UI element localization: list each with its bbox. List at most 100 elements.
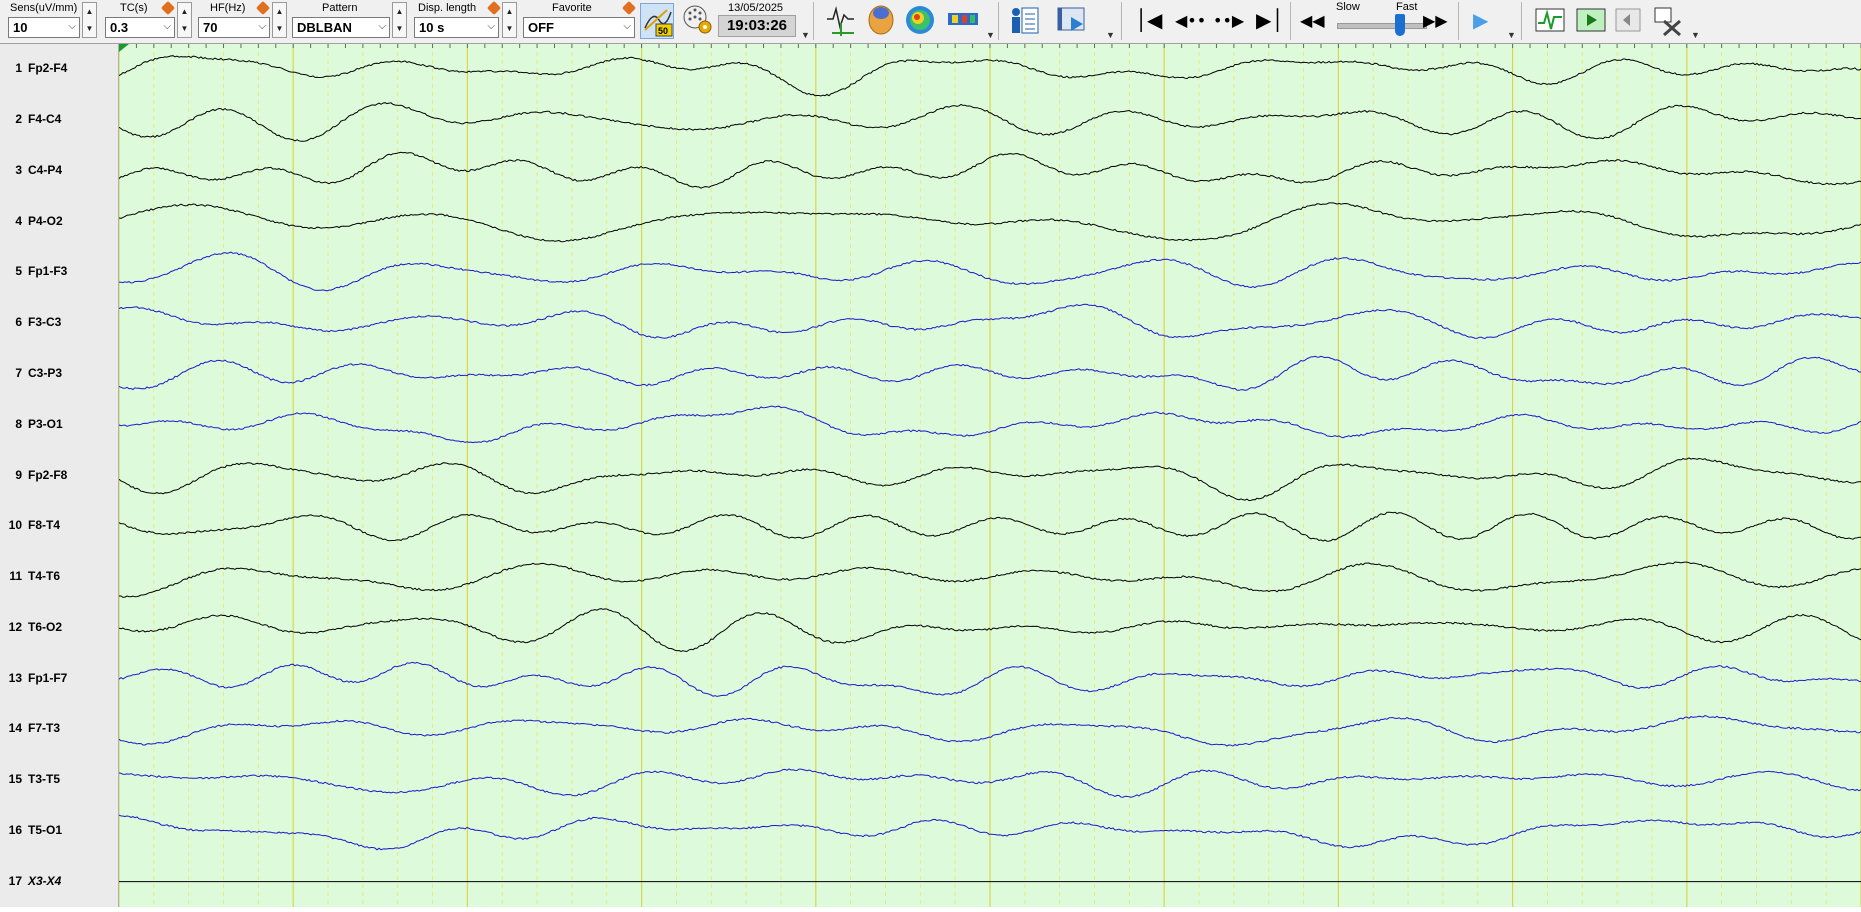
channel-name: Fp2-F4 bbox=[28, 61, 68, 76]
channel-name: F3-C3 bbox=[28, 315, 62, 330]
channel-number: 15 bbox=[8, 772, 22, 787]
channel-name: P3-O1 bbox=[28, 416, 63, 431]
page-start-marker bbox=[119, 44, 129, 52]
pattern-select[interactable]: DBLBAN ⌵ bbox=[292, 17, 390, 38]
channel-label[interactable]: 3 C4-P4 bbox=[0, 163, 119, 183]
channel-name: Fp1-F3 bbox=[28, 264, 68, 279]
channel-number: 1 bbox=[15, 61, 22, 76]
hf-value: 70 bbox=[203, 20, 218, 35]
channel-label[interactable]: 11 T4-T6 bbox=[0, 569, 119, 589]
channel-number: 10 bbox=[8, 518, 22, 533]
chevron-down-icon: ⌵ bbox=[378, 21, 386, 32]
patient-info-icon bbox=[1012, 7, 1039, 34]
slow-label: Slow bbox=[1336, 1, 1360, 13]
channel-label[interactable]: 8 P3-O1 bbox=[0, 417, 119, 437]
step-button[interactable] bbox=[1575, 3, 1609, 39]
channel-label[interactable]: 12 T6-O2 bbox=[0, 620, 119, 640]
chevron-down-icon: ⌵ bbox=[163, 21, 171, 32]
disp-length-spinner[interactable]: ▲ ▼ bbox=[502, 2, 517, 38]
channel-label[interactable]: 6 F3-C3 bbox=[0, 315, 119, 335]
channel-label[interactable]: 4 P4-O2 bbox=[0, 214, 119, 234]
last-page-icon[interactable]: ▶│ bbox=[1256, 8, 1283, 32]
separator bbox=[1458, 2, 1459, 40]
channel-name: F7-T3 bbox=[28, 721, 61, 736]
fast-forward-icon[interactable]: ▶▶ bbox=[1423, 11, 1448, 30]
tc-spinner[interactable]: ▲ ▼ bbox=[177, 2, 192, 38]
spectrum-button[interactable] bbox=[944, 3, 984, 39]
channel-label[interactable]: 16 T5-O1 bbox=[0, 823, 119, 843]
channel-name: T4-T6 bbox=[28, 569, 61, 584]
first-page-icon[interactable]: │◀ bbox=[1135, 8, 1162, 32]
speed-slider-track bbox=[1337, 23, 1427, 29]
channel-label[interactable]: 14 F7-T3 bbox=[0, 721, 119, 741]
separator bbox=[1121, 2, 1122, 40]
chevron-down-icon[interactable]: ▼ bbox=[1507, 30, 1516, 40]
channel-number: 16 bbox=[8, 822, 22, 837]
step-icon bbox=[1576, 8, 1606, 32]
toolbar: Sens(uV/mm) 10 ⌵ ▲ ▼ TC(s) 0.3 ⌵ ▲ ▼ HF(Hz… bbox=[0, 0, 1861, 44]
channel-name: Fp2-F8 bbox=[28, 467, 68, 482]
topography-map-button[interactable] bbox=[903, 3, 937, 39]
chevron-down-icon[interactable]: ▼ bbox=[1691, 30, 1700, 40]
channel-name: F4-C4 bbox=[28, 112, 62, 127]
pattern-spinner[interactable]: ▲ ▼ bbox=[392, 2, 407, 38]
favorite-select[interactable]: OFF ⌵ bbox=[523, 17, 635, 38]
separator bbox=[813, 2, 814, 40]
channel-number: 14 bbox=[8, 721, 22, 736]
next-page-icon[interactable]: ••▶ bbox=[1213, 11, 1244, 30]
rewind-icon[interactable]: ◀◀ bbox=[1300, 11, 1325, 30]
channel-label[interactable]: 2 F4-C4 bbox=[0, 112, 119, 132]
disp-length-select[interactable]: 10 s ⌵ bbox=[414, 17, 499, 38]
electrode-settings-button[interactable] bbox=[681, 3, 715, 39]
speed-slider-thumb[interactable] bbox=[1394, 14, 1405, 36]
hf-edit-icon[interactable] bbox=[255, 0, 271, 16]
channel-label[interactable]: 13 Fp1-F7 bbox=[0, 671, 119, 691]
filter-badge: 50 bbox=[658, 26, 668, 36]
head-3d-button[interactable] bbox=[864, 3, 898, 39]
pattern-value: DBLBAN bbox=[297, 20, 352, 35]
tc-edit-icon[interactable] bbox=[160, 0, 176, 16]
channel-label[interactable]: 17 X3-X4 bbox=[0, 874, 119, 894]
channel-label[interactable]: 1 Fp2-F4 bbox=[0, 61, 119, 81]
sens-value: 10 bbox=[13, 20, 28, 35]
chevron-down-icon: ⌵ bbox=[258, 21, 266, 32]
hf-spinner[interactable]: ▲ ▼ bbox=[272, 2, 287, 38]
patient-info-button[interactable] bbox=[1007, 3, 1041, 39]
channel-label[interactable]: 7 C3-P3 bbox=[0, 366, 119, 386]
eeg-trace-area[interactable] bbox=[118, 44, 1861, 907]
tools-button[interactable] bbox=[1652, 3, 1686, 39]
speed-slider[interactable] bbox=[1337, 14, 1427, 36]
disp-length-value: 10 s bbox=[419, 20, 445, 35]
marker-icon bbox=[1615, 8, 1641, 32]
channel-label[interactable]: 15 T3-T5 bbox=[0, 772, 119, 792]
chevron-down-icon[interactable]: ▼ bbox=[1106, 30, 1115, 40]
sens-select[interactable]: 10 ⌵ bbox=[8, 17, 80, 38]
channel-number: 11 bbox=[9, 569, 22, 584]
tc-select[interactable]: 0.3 ⌵ bbox=[105, 17, 175, 38]
marker-button[interactable] bbox=[1612, 3, 1646, 39]
channel-name: Fp1-F7 bbox=[28, 670, 68, 685]
favorite-edit-icon[interactable] bbox=[621, 0, 637, 16]
notch-filter-button[interactable]: 50 bbox=[640, 3, 674, 39]
chevron-down-icon[interactable]: ▼ bbox=[801, 30, 810, 40]
channel-number: 9 bbox=[15, 467, 22, 482]
prev-page-icon[interactable]: ◀•• bbox=[1175, 11, 1206, 30]
amplitude-button[interactable] bbox=[1534, 3, 1568, 39]
channel-label[interactable]: 5 Fp1-F3 bbox=[0, 264, 119, 284]
hf-select[interactable]: 70 ⌵ bbox=[198, 17, 270, 38]
trace-montage-button[interactable] bbox=[824, 3, 858, 39]
disp-length-label: Disp. length bbox=[418, 2, 477, 14]
channel-label[interactable]: 10 F8-T4 bbox=[0, 518, 119, 538]
channel-label[interactable]: 9 Fp2-F8 bbox=[0, 468, 119, 488]
play-icon[interactable]: ▶ bbox=[1473, 8, 1488, 32]
fast-label: Fast bbox=[1396, 1, 1418, 13]
channel-name: T3-T5 bbox=[28, 772, 61, 787]
topography-map-icon bbox=[906, 6, 934, 34]
chevron-down-icon: ⌵ bbox=[487, 21, 495, 32]
amplitude-icon bbox=[1535, 8, 1565, 32]
chevron-down-icon[interactable]: ▼ bbox=[986, 30, 995, 40]
channel-number: 6 bbox=[15, 315, 22, 330]
video-button[interactable] bbox=[1055, 3, 1089, 39]
disp-length-edit-icon[interactable] bbox=[486, 0, 502, 16]
sens-spinner[interactable]: ▲ ▼ bbox=[82, 2, 97, 38]
